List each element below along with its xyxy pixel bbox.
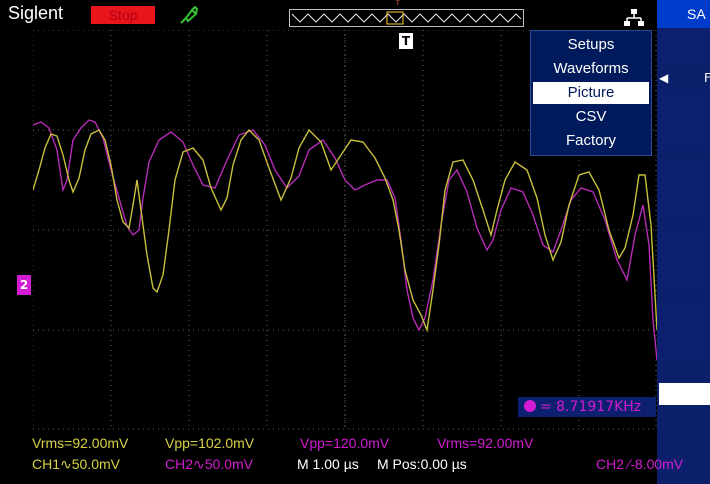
softkey-2[interactable]: ◀ F <box>657 68 710 88</box>
trigger-marker-icon[interactable]: T <box>399 33 413 49</box>
ch2-scale[interactable]: CH2∿50.0mV <box>165 456 253 473</box>
timebase-overview <box>289 9 524 27</box>
softkey-3[interactable] <box>659 90 710 150</box>
timebase-position[interactable]: M Pos:0.00 µs <box>377 456 467 472</box>
arrow-left-icon: ◀ <box>659 71 669 85</box>
trigger-position-marker: T <box>396 0 400 7</box>
menu-item-picture[interactable]: Picture <box>533 82 649 104</box>
softkey-1[interactable] <box>659 28 710 64</box>
menu-item-factory[interactable]: Factory <box>533 130 649 152</box>
menu-item-waveforms[interactable]: Waveforms <box>533 58 649 80</box>
softkey-2-label: F <box>704 71 710 85</box>
brand-logo: Siglent <box>8 3 64 23</box>
softkey-5[interactable] <box>659 230 710 290</box>
measure-ch1-vpp: Vpp=102.0mV <box>165 435 255 451</box>
menu-item-csv[interactable]: CSV <box>533 106 649 128</box>
save-recall-menu: Setups Waveforms Picture CSV Factory <box>530 30 652 156</box>
softkey-4[interactable] <box>659 160 710 220</box>
measure-ch2-vpp: Vpp=120.0mV <box>300 435 390 451</box>
ch2-ground-marker-icon[interactable]: 2 <box>17 275 31 295</box>
probe-icon <box>180 5 199 24</box>
menu-item-setups[interactable]: Setups <box>533 34 649 56</box>
timebase-scale[interactable]: M 1.00 µs <box>297 456 359 472</box>
ch1-scale[interactable]: CH1∿50.0mV <box>32 456 120 473</box>
softkey-7[interactable] <box>659 383 710 405</box>
measure-ch1-vrms: Vrms=92.00mV <box>32 435 129 451</box>
run-stop-status[interactable]: Stop <box>91 6 155 24</box>
softkey-panel: SA ◀ F <box>657 0 710 484</box>
trigger-setting[interactable]: CH2 ∕-8.00mV <box>596 456 683 472</box>
ch2-indicator-icon <box>524 400 536 412</box>
network-icon <box>624 9 644 26</box>
softkey-6[interactable] <box>659 300 710 360</box>
measure-ch2-vrms: Vrms=92.00mV <box>437 435 534 451</box>
frequency-readout: = 8.71917KHz <box>518 397 656 417</box>
softkey-panel-title: SA <box>657 0 710 28</box>
frequency-value: = 8.71917KHz <box>540 399 642 415</box>
